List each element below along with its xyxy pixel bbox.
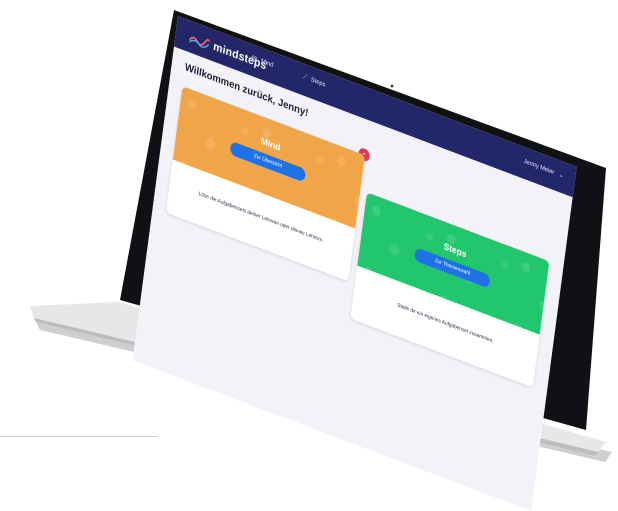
device-photo: mindsteps ▤ Mind ⟋ Steps Jenny Meier ⌄ W… (0, 0, 618, 511)
chevron-down-icon: ⌄ (558, 171, 564, 180)
nav-steps-label: Steps (310, 77, 326, 89)
steps-card-header: Steps Zur Themenwahl (357, 192, 550, 335)
camera-dot (390, 84, 394, 88)
chart-icon: ⟋ (302, 72, 308, 82)
nav-steps[interactable]: ⟋ Steps (302, 73, 326, 90)
mind-card-title: Mind (260, 135, 282, 153)
user-name: Jenny Meier (523, 158, 555, 176)
steps-card[interactable]: Steps Zur Themenwahl Stelle dir ein eige… (350, 192, 550, 388)
user-menu[interactable]: Jenny Meier ⌄ (523, 158, 564, 180)
steps-card-title: Steps (442, 240, 468, 260)
mind-card[interactable]: Mind Zur Übersicht Löse die Aufgabensets… (165, 86, 365, 282)
brand-wave-icon (189, 36, 210, 48)
book-icon: ▤ (250, 54, 258, 64)
